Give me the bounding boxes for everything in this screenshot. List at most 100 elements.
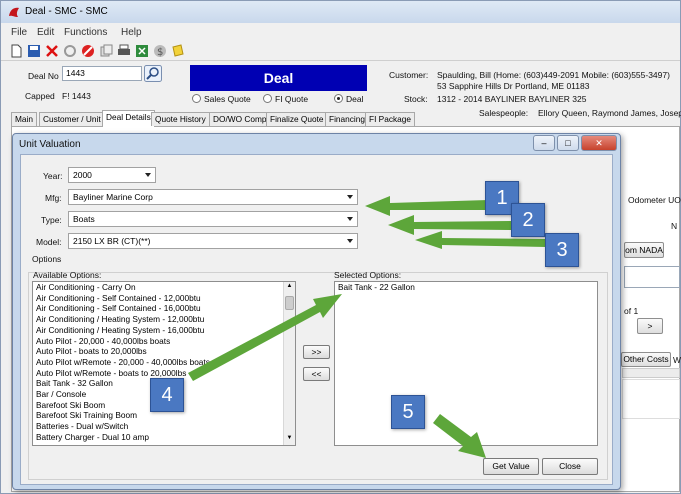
print-icon[interactable] [117,44,131,58]
available-options-scrollbar[interactable]: ▲ ▼ [283,282,295,445]
customer-line1: Spaulding, Bill (Home: (603)449-2091 Mob… [437,70,670,80]
deal-banner: Deal [190,65,367,91]
model-label: Model: [36,237,62,247]
available-option-item[interactable]: Air Conditioning - Self Contained - 16,0… [33,303,295,314]
options-group-label: Options [32,254,62,264]
available-option-item[interactable]: Air Conditioning / Heating System - 16,0… [33,325,295,336]
available-options-list[interactable]: Air Conditioning - Carry On Air Condition… [32,281,296,446]
capped-label: Capped [25,91,55,101]
model-value: 2150 LX BR (CT)(**) [73,236,151,246]
radio-sales-quote-label: Sales Quote [204,94,251,104]
mfg-select[interactable]: Bayliner Marine Corp [68,189,358,205]
menu-help[interactable]: Help [121,27,142,38]
delete-icon[interactable] [45,44,59,58]
tab-main[interactable]: Main [11,112,37,126]
tab-fi-package[interactable]: FI Package [365,112,415,126]
nada-button[interactable]: om NADA [624,242,664,258]
selected-options-list[interactable]: Bait Tank - 22 Gallon [334,281,598,446]
chevron-down-icon [347,195,353,199]
odometer-label: Odometer UO [628,195,681,205]
copy-icon[interactable] [99,44,113,58]
tab-finalize-quote[interactable]: Finalize Quote [266,112,328,126]
scrollbar-thumb[interactable] [285,296,294,310]
callout-2: 2 [511,203,545,237]
radio-fi-quote[interactable] [263,94,272,103]
svg-text:$: $ [157,47,163,58]
menu-edit[interactable]: Edit [37,27,54,38]
available-option-item[interactable]: Barefoot Ski Training Boom [33,410,295,421]
remove-option-button[interactable]: << [303,367,330,381]
type-select[interactable]: Boats [68,211,358,227]
scroll-up-icon[interactable]: ▲ [285,283,294,292]
tab-customer-unit[interactable]: Customer / Unit [39,112,105,126]
type-value: Boats [73,214,95,224]
app-logo-icon [9,7,19,17]
menu-functions[interactable]: Functions [64,27,107,38]
menu-file[interactable]: File [11,27,27,38]
dialog-close-x-button[interactable]: ✕ [581,135,617,151]
year-select[interactable]: 2000 [68,167,156,183]
available-option-item[interactable]: Auto Pilot - boats to 20,000lbs [33,346,295,357]
available-options-items: Air Conditioning - Carry On Air Condition… [33,282,295,445]
search-icon[interactable] [144,65,162,82]
available-option-item[interactable]: Battery Charger - Triple 10 amp [33,443,295,445]
tab-do-wo-comp[interactable]: DO/WO Comp [209,112,271,126]
add-option-button[interactable]: >> [303,345,330,359]
dialog-window-controls: – □ ✕ [531,135,619,151]
available-option-item[interactable]: Air Conditioning - Self Contained - 12,0… [33,293,295,304]
new-document-icon[interactable] [9,44,23,58]
year-label: Year: [43,171,63,181]
available-option-item[interactable]: Batteries - Dual w/Switch [33,421,295,432]
tab-deal-details[interactable]: Deal Details [102,110,155,127]
available-option-item[interactable]: Auto Pilot w/Remote - 20,000 - 40,000lbs… [33,357,295,368]
radio-fi-quote-label: FI Quote [275,94,309,104]
get-value-button[interactable]: Get Value [483,458,539,475]
customer-line2: 53 Sapphire Hills Dr Portland, ME 01183 [437,81,590,91]
type-label: Type: [41,215,62,225]
menu-bar: File Edit Functions Help [1,24,680,40]
mfg-value: Bayliner Marine Corp [73,192,153,202]
deal-no-label: Deal No [28,71,59,81]
cancel-icon[interactable] [81,44,95,58]
available-option-item[interactable]: Auto Pilot - 20,000 - 40,000lbs boats [33,336,295,347]
notes-icon[interactable] [171,44,185,58]
deal-no-input[interactable]: 1443 [62,66,142,81]
close-button[interactable]: Close [542,458,598,475]
chevron-down-icon [347,217,353,221]
chevron-down-icon [145,173,151,177]
salespeople-value: Ellory Queen, Raymond James, Josep [538,108,681,118]
radio-sales-quote[interactable] [192,94,201,103]
bg-grid [622,379,680,419]
available-option-item[interactable]: Battery Charger - Dual 10 amp [33,432,295,443]
year-value: 2000 [73,170,92,180]
next-page-button[interactable]: > [637,318,663,334]
callout-3: 3 [545,233,579,267]
model-select[interactable]: 2150 LX BR (CT)(**) [68,233,358,249]
salespeople-label: Salespeople: [479,108,529,118]
available-option-item[interactable]: Air Conditioning / Heating System - 12,0… [33,314,295,325]
stock-label: Stock: [404,94,428,104]
n-label: N [671,221,678,231]
dialog-title: Unit Valuation [19,139,81,150]
tab-quote-history[interactable]: Quote History [151,112,210,126]
save-icon[interactable] [27,44,41,58]
radio-deal[interactable] [334,94,343,103]
available-option-item[interactable]: Air Conditioning - Carry On [33,282,295,293]
selected-options-label: Selected Options: [334,270,402,280]
chevron-down-icon [347,239,353,243]
selected-option-item[interactable]: Bait Tank - 22 Gallon [335,282,597,293]
radio-deal-label: Deal [346,94,364,104]
tab-other-costs[interactable]: Other Costs [621,352,671,367]
tab-financing[interactable]: Financing [325,112,369,126]
w-label: W [673,355,681,365]
money-icon[interactable]: $ [153,44,167,58]
dialog-minimize-button[interactable]: – [533,135,555,151]
callout-5: 5 [391,395,425,429]
dialog-maximize-button[interactable]: □ [557,135,579,151]
refresh-icon[interactable] [63,44,77,58]
scroll-down-icon[interactable]: ▼ [285,435,294,444]
callout-4: 4 [150,378,184,412]
export-icon[interactable] [135,44,149,58]
available-options-label: Available Options: [33,270,102,280]
available-option-item[interactable]: Auto Pilot w/Remote - boats to 20,000lbs [33,368,295,379]
